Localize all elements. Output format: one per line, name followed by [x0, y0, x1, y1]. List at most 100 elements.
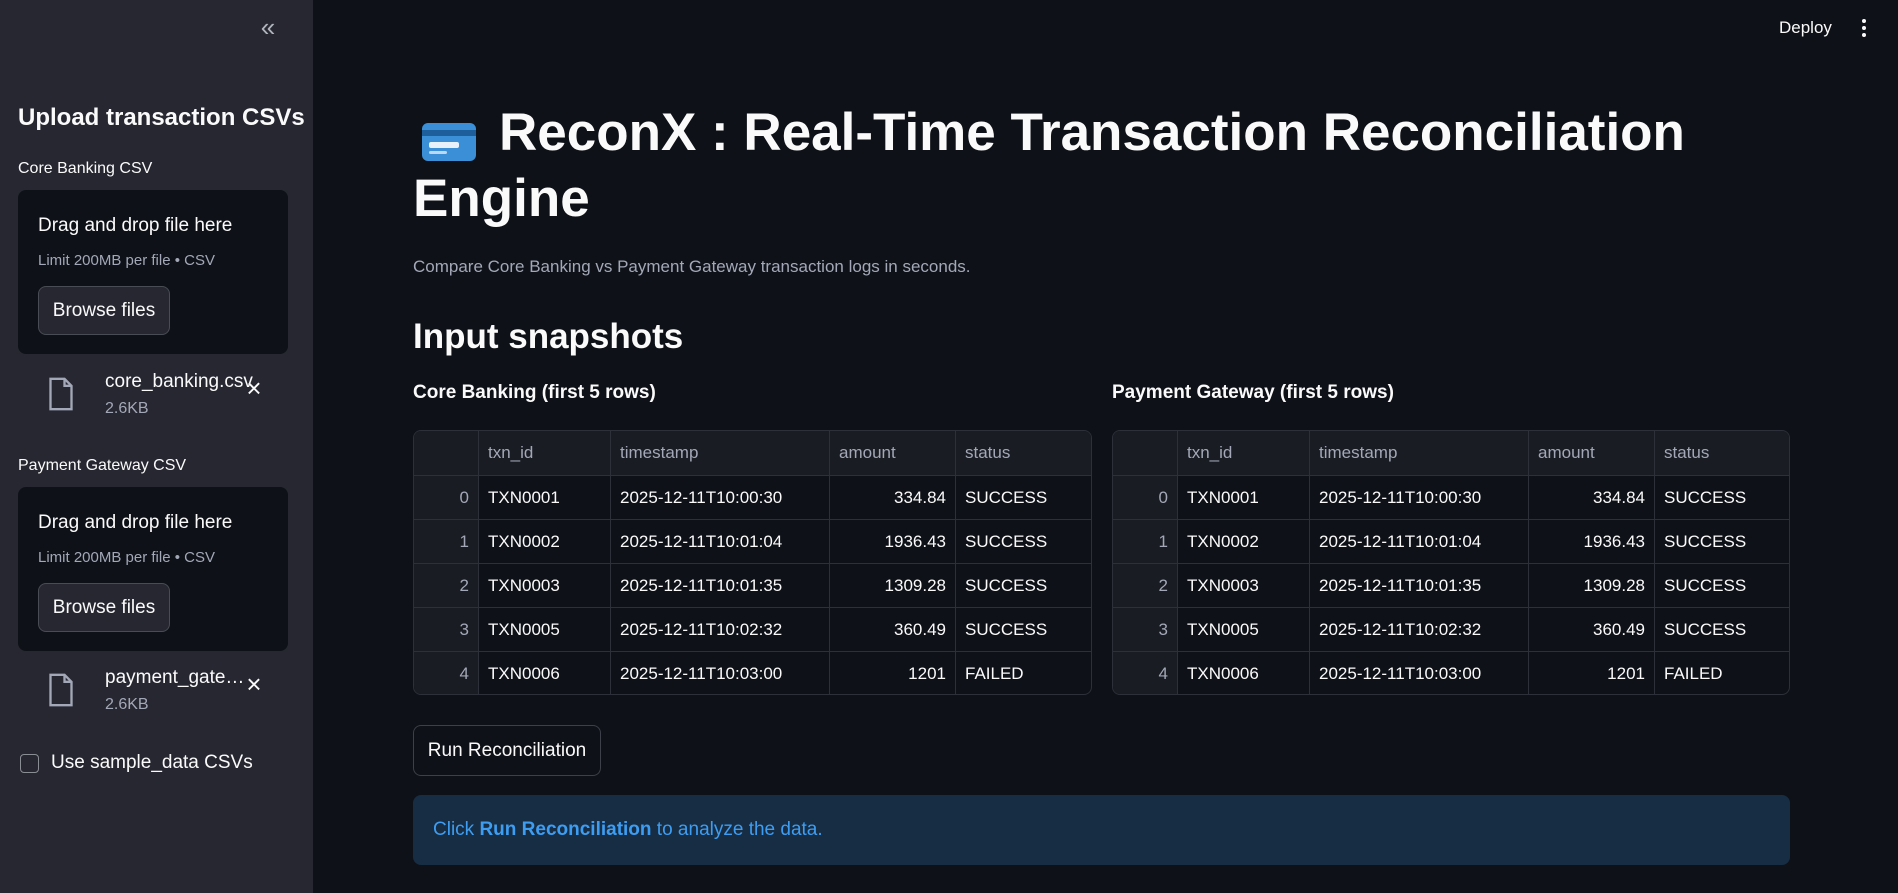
table-cell: TXN0005	[478, 608, 610, 652]
file-icon	[49, 377, 73, 411]
dropzone-limit: Limit 200MB per file • CSV	[38, 252, 215, 269]
table-cell: 1936.43	[1528, 520, 1654, 564]
gateway-table-heading: Payment Gateway (first 5 rows)	[1112, 382, 1394, 403]
column-header[interactable]: amount	[1528, 431, 1654, 475]
row-index: 3	[414, 608, 478, 652]
file-icon	[49, 673, 73, 707]
table-row: 4 TXN0006 2025-12-11T10:03:00 1201 FAILED	[414, 651, 1091, 694]
core-dropzone[interactable]: Drag and drop file here Limit 200MB per …	[18, 190, 288, 354]
table-cell: 2025-12-11T10:03:00	[1309, 652, 1528, 694]
table-row: 1 TXN0002 2025-12-11T10:01:04 1936.43 SUCCES…	[414, 519, 1091, 564]
table-cell: TXN0002	[1177, 520, 1309, 564]
table-cell: FAILED	[1654, 652, 1787, 694]
sample-data-checkbox[interactable]	[20, 754, 39, 773]
sidebar: « Upload transaction CSVs Core Banking C…	[0, 0, 313, 893]
section-heading: Input snapshots	[413, 317, 684, 356]
table-cell: 2025-12-11T10:01:04	[1309, 520, 1528, 564]
table-row: 1 TXN0002 2025-12-11T10:01:04 1936.43 SUCCES…	[1113, 519, 1789, 564]
gateway-browse-button[interactable]: Browse files	[38, 583, 170, 632]
table-cell: 2025-12-11T10:00:30	[610, 476, 829, 520]
table-row: 4 TXN0006 2025-12-11T10:03:00 1201 FAILED	[1113, 651, 1789, 694]
info-emphasis: Run Reconciliation	[479, 819, 652, 840]
table-cell: TXN0006	[478, 652, 610, 694]
table-cell: 2025-12-11T10:02:32	[610, 608, 829, 652]
file-name: payment_gateway.csv	[105, 667, 255, 688]
table-cell: 1201	[1528, 652, 1654, 694]
row-index: 1	[1113, 520, 1177, 564]
table-cell: SUCCESS	[955, 520, 1089, 564]
column-header[interactable]: amount	[829, 431, 955, 475]
more-options-icon[interactable]	[1856, 14, 1872, 42]
table-cell: TXN0006	[1177, 652, 1309, 694]
core-uploader-label: Core Banking CSV	[18, 160, 153, 177]
row-index: 0	[1113, 476, 1177, 520]
dropzone-limit: Limit 200MB per file • CSV	[38, 549, 215, 566]
table-cell: TXN0003	[478, 564, 610, 608]
file-name: core_banking.csv	[105, 371, 253, 392]
table-row: 2 TXN0003 2025-12-11T10:01:35 1309.28 SUCCES…	[1113, 563, 1789, 608]
file-size: 2.6KB	[105, 696, 149, 713]
dropzone-text: Drag and drop file here	[38, 512, 233, 533]
page-subtitle: Compare Core Banking vs Payment Gateway …	[413, 257, 971, 276]
close-icon[interactable]: ×	[242, 375, 266, 401]
table-cell: TXN0003	[1177, 564, 1309, 608]
table-cell: TXN0001	[1177, 476, 1309, 520]
table-cell: SUCCESS	[1654, 476, 1787, 520]
table-header-row: txn_id timestamp amount status	[1113, 431, 1789, 475]
table-cell: 334.84	[1528, 476, 1654, 520]
table-cell: 2025-12-11T10:01:35	[610, 564, 829, 608]
table-cell: 360.49	[1528, 608, 1654, 652]
collapse-sidebar-icon[interactable]: «	[252, 14, 284, 42]
dropzone-text: Drag and drop file here	[38, 215, 233, 236]
column-header[interactable]: status	[1654, 431, 1787, 475]
table-cell: TXN0001	[478, 476, 610, 520]
table-cell: SUCCESS	[1654, 564, 1787, 608]
table-cell: 1309.28	[1528, 564, 1654, 608]
table-cell: 2025-12-11T10:02:32	[1309, 608, 1528, 652]
column-header[interactable]: txn_id	[478, 431, 610, 475]
deploy-button[interactable]: Deploy	[1779, 18, 1832, 38]
payment-gateway-table[interactable]: txn_id timestamp amount status 0 TXN0001 2025-…	[1112, 430, 1790, 695]
table-cell: 2025-12-11T10:00:30	[1309, 476, 1528, 520]
table-cell: SUCCESS	[1654, 520, 1787, 564]
table-cell: 2025-12-11T10:01:35	[1309, 564, 1528, 608]
row-index: 0	[414, 476, 478, 520]
core-table-heading: Core Banking (first 5 rows)	[413, 382, 656, 403]
file-size: 2.6KB	[105, 400, 149, 417]
gateway-uploader-label: Payment Gateway CSV	[18, 457, 187, 474]
table-cell: 1201	[829, 652, 955, 694]
table-cell: FAILED	[955, 652, 1089, 694]
table-cell: SUCCESS	[1654, 608, 1787, 652]
column-header[interactable]	[1113, 431, 1177, 475]
core-file-item: core_banking.csv 2.6KB ×	[45, 371, 285, 421]
table-cell: 334.84	[829, 476, 955, 520]
core-browse-button[interactable]: Browse files	[38, 286, 170, 335]
table-cell: 1936.43	[829, 520, 955, 564]
column-header[interactable]: timestamp	[610, 431, 829, 475]
core-banking-table[interactable]: txn_id timestamp amount status 0 TXN0001 2025-…	[413, 430, 1092, 695]
row-index: 3	[1113, 608, 1177, 652]
table-cell: TXN0005	[1177, 608, 1309, 652]
table-cell: TXN0002	[478, 520, 610, 564]
sidebar-title: Upload transaction CSVs	[18, 104, 305, 131]
table-row: 3 TXN0005 2025-12-11T10:02:32 360.49 SUCCESS	[414, 607, 1091, 652]
column-header[interactable]: status	[955, 431, 1089, 475]
info-prefix: Click	[433, 819, 480, 840]
gateway-file-item: payment_gateway.csv 2.6KB ×	[45, 667, 285, 717]
row-index: 1	[414, 520, 478, 564]
column-header[interactable]: txn_id	[1177, 431, 1309, 475]
table-cell: SUCCESS	[955, 608, 1089, 652]
column-header[interactable]: timestamp	[1309, 431, 1528, 475]
row-index: 2	[1113, 564, 1177, 608]
row-index: 4	[414, 652, 478, 694]
column-header[interactable]	[414, 431, 478, 475]
row-index: 2	[414, 564, 478, 608]
close-icon[interactable]: ×	[242, 671, 266, 697]
gateway-dropzone[interactable]: Drag and drop file here Limit 200MB per …	[18, 487, 288, 651]
table-cell: SUCCESS	[955, 564, 1089, 608]
table-cell: 1309.28	[829, 564, 955, 608]
table-row: 3 TXN0005 2025-12-11T10:02:32 360.49 SUCCESS	[1113, 607, 1789, 652]
row-index: 4	[1113, 652, 1177, 694]
table-cell: 360.49	[829, 608, 955, 652]
run-reconciliation-button[interactable]: Run Reconciliation	[413, 725, 601, 776]
